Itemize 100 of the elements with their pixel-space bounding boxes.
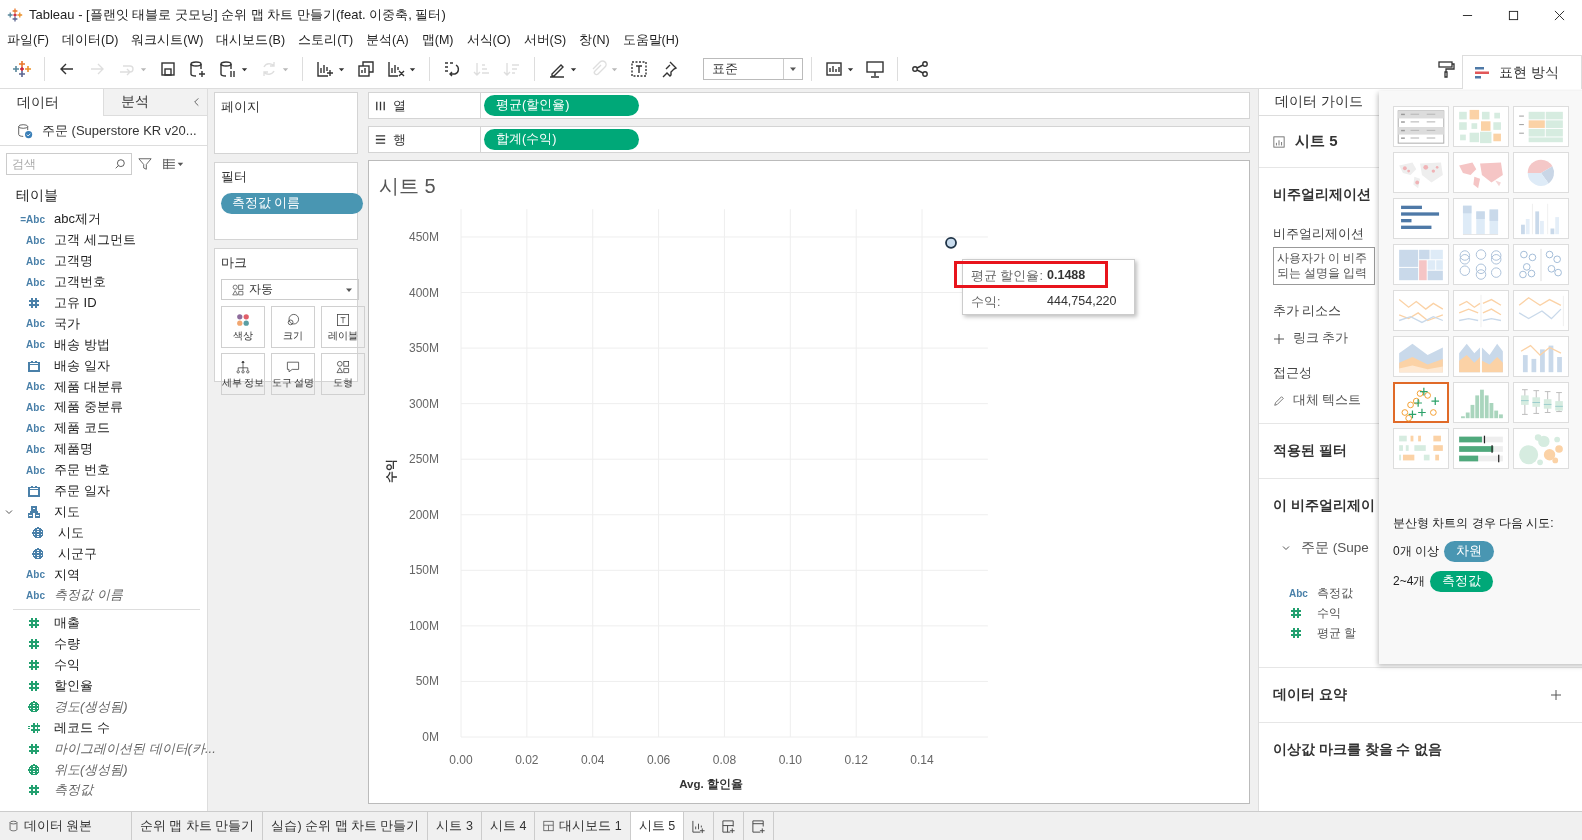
field-name[interactable]: 고객 세그먼트: [54, 231, 136, 250]
new-story-icon: [751, 818, 767, 834]
database-icon: [16, 121, 34, 140]
field-name[interactable]: 배송 방법: [54, 335, 110, 354]
axis-title: 수익: [385, 459, 397, 483]
rows-shelf[interactable]: 행 합계(수익): [368, 126, 1250, 153]
filter-icon[interactable]: [138, 157, 152, 171]
data-source-name[interactable]: 주문 (Supe: [1301, 539, 1369, 557]
description-field[interactable]: 사용자가 이 비주 되는 설명을 입력: [1273, 247, 1375, 285]
fit-dropdown[interactable]: 표준: [703, 58, 803, 80]
shape-mark-button[interactable]: 도형: [321, 353, 365, 395]
section-heading: 테이블: [15, 186, 59, 205]
axis-tick-label: 0.08: [712, 753, 737, 767]
type-label: Abc: [25, 339, 45, 351]
menu-item[interactable]: 서식(O): [461, 31, 519, 49]
menu-item[interactable]: 서버(S): [518, 31, 575, 49]
detail-mark-button[interactable]: 세부 정보: [221, 353, 265, 395]
menu-item[interactable]: 데이터(D): [56, 31, 127, 49]
axis-tick-label: 0M: [422, 730, 439, 744]
type-label: Abc: [25, 464, 45, 476]
sheet-tab[interactable]: 시트 5: [630, 812, 685, 840]
data-point[interactable]: [945, 236, 957, 249]
columns-shelf[interactable]: 열 평균(할인율): [368, 92, 1250, 119]
plus-icon: [1273, 332, 1285, 345]
field-name[interactable]: 마이그레이션된 데이터(카...: [54, 739, 216, 758]
field-name[interactable]: 국가: [54, 314, 80, 333]
axis-tick-label: 150M: [408, 563, 439, 578]
sheet-tab[interactable]: 순위 맵 차트 만들기: [132, 812, 264, 840]
axis-tick-label: 0.00: [449, 753, 473, 767]
sheet-tab[interactable]: 데이터 원본: [0, 812, 132, 840]
field-name[interactable]: 수량: [54, 635, 80, 654]
axis-tick-label: 450M: [408, 230, 439, 244]
section-heading: 데이터 요약: [1273, 686, 1347, 704]
sheet-tab[interactable]: 대시보드 1: [535, 812, 631, 840]
field-name[interactable]: 주문 번호: [54, 461, 110, 480]
field-name[interactable]: 측정값 이름: [54, 586, 123, 605]
app-logo-icon: [7, 7, 23, 23]
sheet-icon: [1273, 135, 1285, 148]
collapse-icon[interactable]: [192, 96, 201, 108]
field-name[interactable]: 고유 ID: [54, 294, 97, 312]
menu-item[interactable]: 창(N): [574, 31, 618, 49]
sheet-tab[interactable]: 시트 3: [428, 812, 482, 840]
menu-item[interactable]: 대시보드(B): [211, 31, 294, 49]
field-name[interactable]: 제품 코드: [54, 419, 110, 438]
field-name: 평균 할: [1317, 624, 1357, 642]
tableau-icon: [12, 59, 32, 79]
menu-item[interactable]: 워크시트(W): [126, 31, 212, 49]
field-name[interactable]: 할인율: [54, 677, 93, 696]
tooltip-value: 0.1488: [1047, 268, 1087, 284]
field-name[interactable]: 매출: [54, 614, 80, 633]
database-icon: [8, 820, 19, 832]
tooltip-mark-button[interactable]: 도구 설명: [271, 353, 315, 395]
field-name[interactable]: 레코드 수: [54, 718, 110, 737]
menu-item[interactable]: 스토리(T): [293, 31, 362, 49]
sheet-tab[interactable]: 시트 4: [481, 812, 536, 840]
menu-item[interactable]: 맵(M): [416, 31, 462, 49]
label-mark-button[interactable]: 레이블: [321, 306, 365, 348]
field-label: 비주얼리제이션: [1273, 226, 1364, 243]
field-name[interactable]: 제품명: [54, 440, 93, 459]
section-heading: 비주얼리제이션: [1273, 186, 1371, 204]
new-worksheet-icon: [315, 59, 335, 79]
field-name[interactable]: 측정값: [54, 781, 93, 800]
search-field[interactable]: 검색: [6, 153, 132, 175]
field-name[interactable]: 경도(생성됨): [54, 697, 128, 716]
field-name[interactable]: 지도: [54, 502, 80, 521]
color-mark-button[interactable]: 색상: [221, 306, 265, 348]
section-heading: 이 비주얼리제이: [1273, 497, 1375, 515]
field-name[interactable]: 수익: [54, 656, 80, 675]
axis-tick-label: 200M: [408, 507, 439, 522]
shapes-icon: [231, 282, 245, 297]
field-name[interactable]: 제품 중분류: [54, 398, 123, 417]
field-name[interactable]: abc제거: [54, 210, 101, 229]
data-guide-tab[interactable]: 데이터 가이드: [1259, 89, 1375, 115]
data-source-name[interactable]: 주문 (Superstore KR v20...: [42, 121, 197, 140]
plus-icon[interactable]: [1550, 689, 1562, 701]
field-name[interactable]: 위도(생성됨): [54, 760, 128, 779]
mark-type-dropdown[interactable]: 자동: [221, 279, 359, 300]
field-name[interactable]: 배송 일자: [54, 356, 110, 375]
sheet-tab[interactable]: 실습) 순위 맵 차트 만들기: [263, 812, 429, 840]
alt-text-link[interactable]: 대체 텍스트: [1293, 392, 1362, 409]
field-name[interactable]: 고객번호: [54, 273, 106, 292]
pane-tab[interactable]: 데이터: [0, 89, 104, 116]
field-name[interactable]: 시도: [58, 523, 84, 542]
menu-item[interactable]: 도움말(H): [617, 31, 687, 49]
axis-tick-label: 100M: [408, 618, 439, 633]
show-cards-icon: [824, 59, 844, 79]
chevron-icon[interactable]: [1281, 543, 1291, 553]
menu-item[interactable]: 분석(A): [361, 31, 417, 49]
size-mark-button[interactable]: 크기: [271, 306, 315, 348]
chart-type-button[interactable]: [1393, 382, 1449, 423]
menu-item[interactable]: 파일(F): [2, 31, 57, 49]
field-name[interactable]: 시군구: [58, 544, 97, 563]
add-link[interactable]: 링크 추가: [1293, 330, 1349, 347]
type-label: Abc: [25, 443, 45, 455]
field-name[interactable]: 주문 일자: [54, 482, 110, 500]
field-name[interactable]: 지역: [54, 565, 80, 584]
show-me-button[interactable]: 표현 방식: [1462, 55, 1582, 89]
axis-tick-label: 400M: [408, 285, 439, 300]
field-name[interactable]: 제품 대분류: [54, 377, 123, 396]
field-name[interactable]: 고객명: [54, 252, 93, 271]
